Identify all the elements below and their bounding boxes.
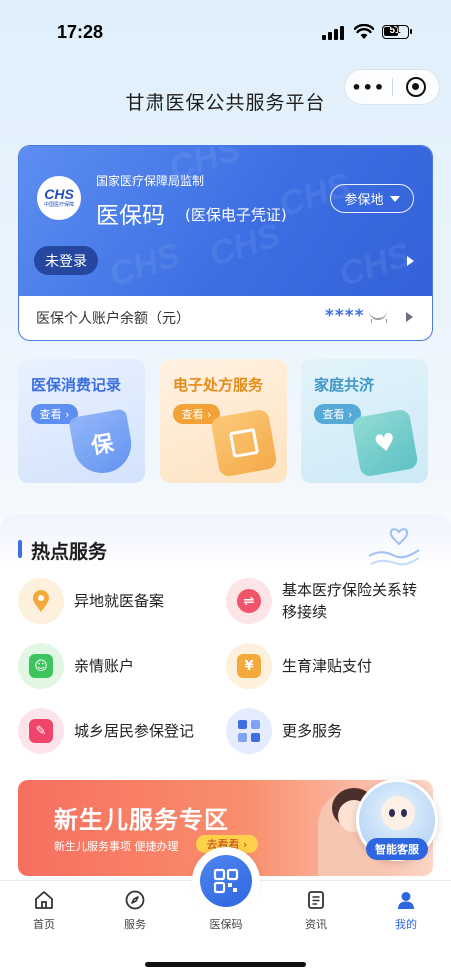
tile-title: 电子处方服务	[173, 376, 264, 394]
region-select-button[interactable]: 参保地	[330, 184, 414, 213]
tab-insurance-code[interactable]	[192, 847, 260, 915]
section-marker	[18, 540, 22, 558]
service-remote-medical-filing[interactable]: 异地就医备案	[18, 578, 164, 624]
family-account-icon: ☺	[18, 643, 64, 689]
service-label: 城乡居民参保登记	[74, 722, 195, 740]
logo-text: CHS	[44, 186, 74, 202]
home-indicator	[145, 962, 306, 967]
tab-label: 我的	[395, 918, 417, 931]
wifi-icon	[354, 24, 374, 39]
service-label: 基本医疗保险关系转 移接续	[282, 581, 418, 621]
shield-icon: 保	[68, 408, 136, 478]
service-family-account[interactable]: ☺ 亲情账户	[18, 643, 134, 689]
status-bar: 17:28 51	[0, 0, 451, 64]
tab-label: 医保码	[209, 918, 243, 931]
balance-label: 医保个人账户余额（元）	[36, 311, 190, 327]
assistant-label[interactable]: 智能客服	[366, 838, 428, 860]
balance-masked: ****	[325, 306, 365, 326]
tab-news[interactable]: 资讯	[286, 889, 346, 932]
eye-closed-icon[interactable]	[369, 310, 387, 323]
close-target-button[interactable]	[392, 77, 439, 97]
transfer-icon: ⇌	[226, 578, 272, 624]
heart-icon: ♥	[351, 408, 419, 478]
status-time: 17:28	[57, 22, 104, 42]
banner-subtitle: 新生儿服务事项 便捷办理	[54, 840, 179, 853]
watermark: CHS	[104, 235, 185, 295]
tab-label: 服务	[124, 918, 146, 931]
qr-code-icon	[210, 408, 278, 478]
profile-icon	[395, 889, 417, 911]
home-icon	[33, 889, 55, 911]
location-pin-icon	[18, 578, 64, 624]
logo-subtext: 中国医疗保障	[43, 202, 74, 208]
service-maternity-allowance[interactable]: ¥ 生育津贴支付	[226, 643, 372, 689]
tab-label: 资讯	[305, 918, 327, 931]
battery-icon: 51	[382, 25, 412, 39]
registration-icon: ✎	[18, 708, 64, 754]
mini-program-capsule: •••	[344, 69, 440, 105]
banner-title: 新生儿服务专区	[54, 806, 229, 834]
more-dots-icon[interactable]: •••	[345, 78, 392, 97]
more-services-icon	[226, 708, 272, 754]
service-resident-registration[interactable]: ✎ 城乡居民参保登记	[18, 708, 194, 754]
service-label: 生育津贴支付	[282, 657, 373, 675]
card-subtitle: (医保电子凭证)	[185, 206, 287, 224]
card-header[interactable]: CHS CHS CHS CHS CHS CHS 中国医疗保障 国家医疗保障局监制…	[19, 146, 432, 296]
assistant-face	[381, 796, 415, 830]
card-title: 医保码	[96, 203, 165, 229]
section-title: 热点服务	[31, 541, 108, 563]
chevron-right-icon	[407, 256, 414, 266]
tab-profile[interactable]: 我的	[376, 889, 436, 932]
compass-icon	[124, 889, 146, 911]
watermark: CHS	[334, 235, 415, 295]
chevron-right-icon[interactable]	[406, 312, 413, 322]
service-insurance-transfer[interactable]: ⇌ 基本医疗保险关系转 移接续	[226, 578, 417, 624]
battery-level: 51	[389, 25, 401, 36]
tab-home[interactable]: 首页	[14, 889, 74, 932]
tab-label: 首页	[33, 918, 55, 931]
maternity-allowance-icon: ¥	[226, 643, 272, 689]
chs-logo: CHS 中国医疗保障	[37, 176, 81, 220]
tile-title: 家庭共济	[314, 376, 375, 394]
insurance-code-card[interactable]: CHS CHS CHS CHS CHS CHS 中国医疗保障 国家医疗保障局监制…	[18, 145, 433, 341]
target-icon	[405, 77, 426, 97]
qr-code-icon	[200, 855, 252, 907]
cellular-signal-icon	[322, 26, 344, 40]
service-label: 亲情账户	[74, 657, 135, 675]
login-status-button[interactable]: 未登录	[34, 246, 98, 275]
news-icon	[305, 889, 327, 911]
tile-family-mutual-aid[interactable]: 家庭共济 查看 › ♥	[301, 359, 428, 483]
tile-e-prescription[interactable]: 电子处方服务 查看 ›	[160, 359, 287, 483]
tile-title: 医保消费记录	[31, 376, 122, 394]
service-label: 异地就医备案	[74, 592, 165, 610]
service-label: 更多服务	[282, 722, 343, 740]
tile-consumption-records[interactable]: 医保消费记录 查看 › 保	[18, 359, 145, 483]
caret-down-icon	[389, 195, 400, 202]
hand-heart-icon	[368, 528, 420, 566]
region-label: 参保地	[344, 193, 384, 208]
supervision-text: 国家医疗保障局监制	[96, 174, 205, 188]
service-more[interactable]: 更多服务	[226, 708, 342, 754]
tab-services[interactable]: 服务	[105, 889, 165, 932]
